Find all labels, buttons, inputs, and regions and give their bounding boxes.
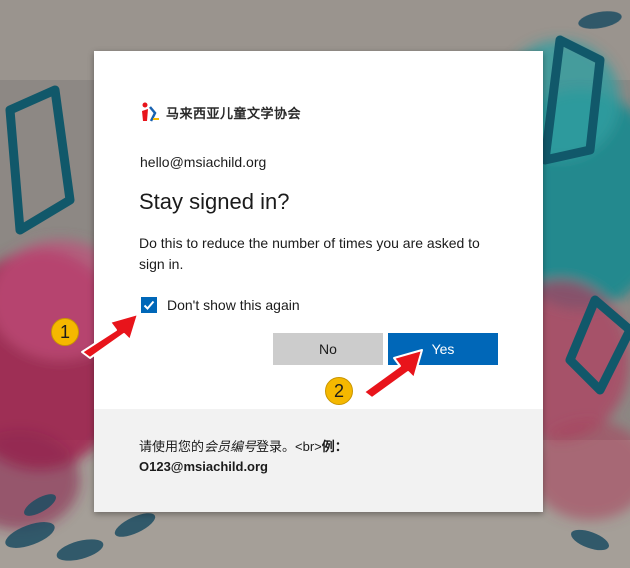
footer-hint-example-label: 例： [321, 439, 348, 454]
step-2-badge: 2 [325, 377, 353, 405]
stay-signed-in-dialog: 马来西亚儿童文学协会 hello@msiachild.org Stay sign… [94, 51, 543, 512]
footer-hint: 请使用您的会员编号登录。<br>例： O123@msiachild.org [139, 437, 519, 477]
footer-hint-example: O123@msiachild.org [139, 459, 268, 474]
logo-mark-icon [142, 102, 159, 122]
step-2-arrow-icon [363, 349, 423, 399]
dialog-description: Do this to reduce the number of times yo… [139, 235, 480, 272]
dialog-footer: 请使用您的会员编号登录。<br>例： O123@msiachild.org [94, 409, 543, 512]
step-1-badge: 1 [51, 318, 79, 346]
checkbox-label: Don't show this again [167, 297, 300, 313]
dialog-title: Stay signed in? [139, 189, 290, 214]
step-1-arrow-icon [81, 313, 139, 359]
account-email: hello@msiachild.org [140, 154, 267, 170]
checkbox-checked-icon[interactable] [141, 297, 157, 313]
footer-hint-part-a: 请使用您的 [139, 439, 205, 454]
logo-text: 马来西亚儿童文学协会 [166, 106, 302, 122]
footer-hint-member-id: 会员编号 [204, 439, 257, 454]
footer-hint-part-b: 登录。<br> [256, 439, 322, 454]
organization-logo: 马来西亚儿童文学协会 [140, 100, 301, 124]
dont-show-again-checkbox[interactable]: Don't show this again [141, 297, 300, 313]
